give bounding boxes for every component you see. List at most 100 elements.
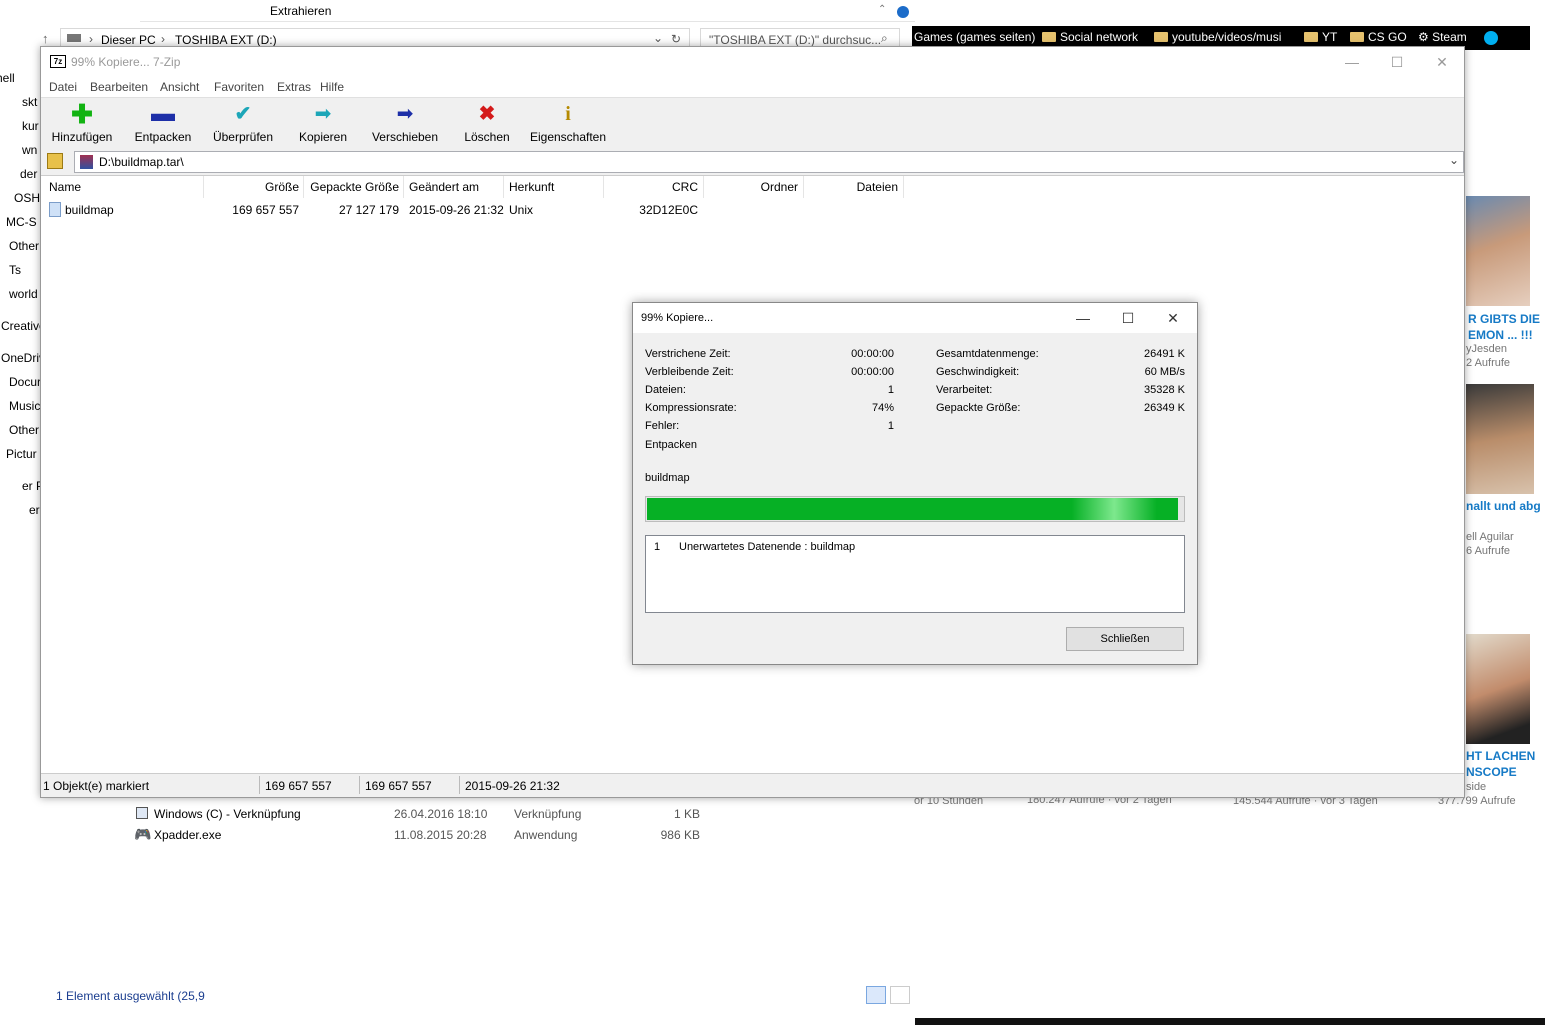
status-size: 169 657 557 [265, 779, 332, 793]
bookmark-youtube[interactable]: youtube/videos/musi [1154, 30, 1281, 44]
nav-item[interactable]: Creative [1, 319, 40, 333]
video-thumbnail[interactable] [1466, 384, 1534, 494]
nav-item[interactable]: er P [22, 479, 40, 493]
bookmark-label: Steam [1432, 30, 1467, 44]
status-selected: 1 Objekt(e) markiert [43, 779, 150, 793]
breadcrumb-this-pc[interactable]: Dieser PC [101, 33, 156, 47]
folder-icon [1350, 32, 1364, 42]
close-button[interactable]: ✕ [1419, 47, 1465, 77]
nav-item[interactable]: Docur [9, 375, 40, 389]
maximize-button[interactable]: ☐ [1374, 47, 1420, 77]
bookmark-label: Social network [1060, 30, 1139, 44]
status-packed: 169 657 557 [365, 779, 432, 793]
folder-icon [1154, 32, 1168, 42]
video-channel[interactable]: yJesden [1466, 343, 1507, 355]
error-list[interactable]: 1 Unerwartetes Datenende : buildmap [645, 535, 1185, 613]
video-views: 2 Aufrufe [1466, 357, 1511, 369]
video-thumbnail[interactable] [1466, 196, 1530, 306]
status-divider [359, 776, 360, 794]
folder-icon [1042, 32, 1056, 42]
chevron-down-icon[interactable]: ⌄ [1449, 153, 1459, 167]
cell-crc: 32D12E0C [639, 203, 698, 217]
menu-edit[interactable]: Bearbeiten [90, 80, 148, 94]
nav-item[interactable]: world [9, 287, 38, 301]
bookmark-games[interactable]: Games (games seiten) [914, 30, 1035, 44]
bookmark-steam[interactable]: ⚙ Steam [1418, 30, 1467, 44]
nav-item[interactable]: Pictur [6, 447, 37, 461]
tool-label: Verschieben [371, 130, 439, 144]
table-row[interactable]: buildmap 169 657 557 27 127 179 2015-09-… [41, 176, 1466, 224]
minimize-button[interactable]: — [1060, 303, 1106, 333]
add-button[interactable]: ✚ Hinzufügen [49, 101, 115, 144]
menu-file[interactable]: Datei [49, 80, 77, 94]
video-title[interactable]: nallt und abg [1466, 499, 1541, 513]
nav-item[interactable]: er [29, 503, 40, 517]
video-title[interactable]: EMON ... !!! [1468, 328, 1533, 342]
menu-view[interactable]: Ansicht [160, 80, 199, 94]
nav-item[interactable]: OSH [14, 191, 40, 205]
dialog-title: 99% Kopiere... [641, 312, 714, 324]
skype-icon[interactable] [1484, 31, 1498, 45]
tiles-view-icon[interactable] [890, 986, 910, 1004]
copy-button[interactable]: ➡ Kopieren [297, 102, 349, 144]
close-button[interactable]: ✕ [1150, 303, 1196, 333]
nav-item[interactable]: skt [22, 95, 37, 109]
list-item[interactable]: 🎮 Xpadder.exe 11.08.2015 20:28 Anwendung… [130, 825, 730, 845]
file-date: 26.04.2016 18:10 [394, 807, 488, 821]
file-type: Anwendung [514, 828, 578, 842]
ribbon-tab-extract[interactable]: Extrahieren [270, 4, 331, 18]
video-thumbnail[interactable] [1466, 634, 1530, 744]
close-dialog-button[interactable]: Schließen [1066, 627, 1184, 651]
delete-button[interactable]: ✖ Löschen [461, 102, 513, 144]
folder-up-icon[interactable] [47, 153, 63, 169]
packed-size-label: Gepackte Größe: [936, 402, 1021, 414]
bookmark-csgo[interactable]: CS GO [1350, 30, 1407, 44]
video-channel[interactable]: side [1466, 781, 1486, 793]
menu-favorites[interactable]: Favoriten [214, 80, 264, 94]
extract-button[interactable]: ▬ Entpacken [131, 102, 195, 145]
menu-bar: Datei Bearbeiten Ansicht Favoriten Extra… [41, 77, 1464, 97]
help-icon[interactable] [897, 6, 909, 18]
nav-item[interactable]: hell [0, 71, 15, 85]
drive-icon [67, 34, 81, 42]
video-title[interactable]: NSCOPE [1466, 765, 1517, 779]
explorer-status: 1 Element ausgewählt (25,9 [56, 989, 205, 1003]
cell-name: buildmap [65, 203, 114, 217]
nav-item[interactable]: OneDriv [1, 351, 40, 365]
nav-item[interactable]: kur [22, 119, 39, 133]
nav-item[interactable]: Other [9, 239, 39, 253]
breadcrumb-drive[interactable]: TOSHIBA EXT (D:) [175, 33, 277, 47]
refresh-icon[interactable]: ↻ [671, 32, 681, 46]
test-button[interactable]: ✔ Überprüfen [211, 102, 275, 144]
nav-item[interactable]: wn [22, 143, 37, 157]
error-index: 1 [654, 541, 661, 553]
bookmark-yt[interactable]: YT [1304, 30, 1337, 44]
nav-item[interactable]: der [20, 167, 37, 181]
up-arrow-icon[interactable]: ↑ [42, 31, 49, 46]
maximize-button[interactable]: ☐ [1105, 303, 1151, 333]
nav-item[interactable]: Other [9, 423, 39, 437]
details-view-icon[interactable] [866, 986, 886, 1004]
bookmark-social[interactable]: Social network [1042, 30, 1138, 44]
progress-bar [645, 496, 1185, 522]
list-item[interactable]: Windows (C) - Verknüpfung 26.04.2016 18:… [130, 804, 730, 824]
move-button[interactable]: ➡ Verschieben [371, 102, 439, 144]
menu-extras[interactable]: Extras [277, 80, 311, 94]
menu-help[interactable]: Hilfe [320, 80, 344, 94]
nav-item[interactable]: MC-S [6, 215, 37, 229]
chevron-down-icon[interactable]: ⌄ [653, 31, 663, 45]
video-channel[interactable]: ell Aguilar [1466, 531, 1514, 543]
shortcut-icon [136, 807, 148, 819]
path-bar: D:\buildmap.tar\ ⌄ [41, 149, 1464, 175]
properties-button[interactable]: i Eigenschaften [529, 102, 607, 144]
search-icon: ⌕ [881, 31, 888, 45]
delete-x-icon: ✖ [478, 103, 496, 125]
chevron-up-icon[interactable]: ⌃ [878, 4, 886, 15]
nav-item[interactable]: Music [9, 399, 40, 413]
video-title[interactable]: R GIBTS DIE [1468, 312, 1540, 326]
video-title[interactable]: HT LACHEN [1466, 749, 1535, 763]
path-input[interactable]: D:\buildmap.tar\ ⌄ [74, 151, 1464, 173]
minimize-button[interactable]: — [1329, 47, 1375, 77]
nav-item[interactable]: Ts [9, 263, 21, 277]
file-date: 11.08.2015 20:28 [394, 828, 487, 842]
